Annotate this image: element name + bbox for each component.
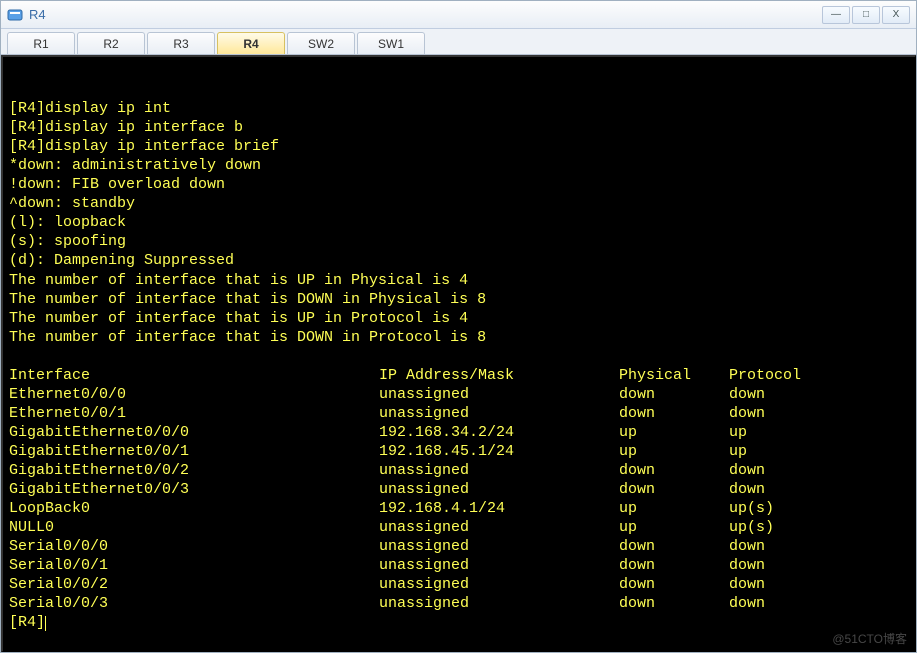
col-c1: GigabitEthernet0/0/2 — [9, 461, 379, 480]
terminal-note: The number of interface that is UP in Ph… — [9, 271, 909, 290]
tab-sw2[interactable]: SW2 — [287, 32, 355, 54]
col-c4: down — [729, 404, 909, 423]
terminal-note: (s): spoofing — [9, 232, 909, 251]
tab-r2[interactable]: R2 — [77, 32, 145, 54]
col-c1: Serial0/0/1 — [9, 556, 379, 575]
col-c2: 192.168.45.1/24 — [379, 442, 619, 461]
interface-row: GigabitEthernet0/0/1192.168.45.1/24upup — [9, 442, 909, 461]
interface-row: Ethernet0/0/0unassigneddowndown — [9, 385, 909, 404]
close-button[interactable]: X — [882, 6, 910, 24]
col-c1: Ethernet0/0/0 — [9, 385, 379, 404]
col-c1: NULL0 — [9, 518, 379, 537]
terminal-command: [R4]display ip interface brief — [9, 137, 909, 156]
col-c2: unassigned — [379, 404, 619, 423]
terminal-prompt[interactable]: [R4] — [9, 613, 909, 632]
col-c2: unassigned — [379, 575, 619, 594]
interface-row: Serial0/0/0unassigneddowndown — [9, 537, 909, 556]
col-c3: up — [619, 518, 729, 537]
col-c4: Protocol — [729, 366, 909, 385]
col-c3: up — [619, 442, 729, 461]
tab-sw1[interactable]: SW1 — [357, 32, 425, 54]
col-c1: Ethernet0/0/1 — [9, 404, 379, 423]
col-c1: Interface — [9, 366, 379, 385]
tabbar: R1R2R3R4SW2SW1 — [1, 29, 916, 55]
interface-row: NULL0unassignedupup(s) — [9, 518, 909, 537]
col-c4: down — [729, 594, 909, 613]
col-c1: Serial0/0/2 — [9, 575, 379, 594]
col-c2: unassigned — [379, 461, 619, 480]
tab-r1[interactable]: R1 — [7, 32, 75, 54]
col-c1: GigabitEthernet0/0/0 — [9, 423, 379, 442]
col-c4: down — [729, 556, 909, 575]
titlebar: R4 — □ X — [1, 1, 916, 29]
col-c2: unassigned — [379, 480, 619, 499]
col-c3: down — [619, 537, 729, 556]
interface-row: GigabitEthernet0/0/3unassigneddowndown — [9, 480, 909, 499]
col-c3: down — [619, 594, 729, 613]
terminal-note: !down: FIB overload down — [9, 175, 909, 194]
terminal-note: *down: administratively down — [9, 156, 909, 175]
interface-row: GigabitEthernet0/0/0192.168.34.2/24upup — [9, 423, 909, 442]
col-c4: up(s) — [729, 499, 909, 518]
window-title: R4 — [29, 7, 820, 22]
interface-row: Serial0/0/2unassigneddowndown — [9, 575, 909, 594]
tab-r3[interactable]: R3 — [147, 32, 215, 54]
col-c4: down — [729, 575, 909, 594]
interface-row: Serial0/0/3unassigneddowndown — [9, 594, 909, 613]
cursor-icon — [45, 616, 46, 631]
col-c4: up(s) — [729, 518, 909, 537]
col-c1: GigabitEthernet0/0/3 — [9, 480, 379, 499]
app-icon — [7, 7, 23, 23]
col-c3: down — [619, 404, 729, 423]
terminal-note: ^down: standby — [9, 194, 909, 213]
terminal-note: (l): loopback — [9, 213, 909, 232]
col-c3: down — [619, 556, 729, 575]
interface-header: InterfaceIP Address/MaskPhysicalProtocol — [9, 366, 909, 385]
col-c2: 192.168.4.1/24 — [379, 499, 619, 518]
watermark: @51CTO博客 — [832, 632, 907, 647]
col-c2: IP Address/Mask — [379, 366, 619, 385]
terminal[interactable]: [R4]display ip int[R4]display ip interfa… — [1, 55, 916, 652]
col-c2: unassigned — [379, 537, 619, 556]
col-c3: down — [619, 575, 729, 594]
col-c3: down — [619, 480, 729, 499]
col-c4: down — [729, 537, 909, 556]
interface-row: Serial0/0/1unassigneddowndown — [9, 556, 909, 575]
terminal-note: The number of interface that is DOWN in … — [9, 328, 909, 347]
col-c2: 192.168.34.2/24 — [379, 423, 619, 442]
col-c4: down — [729, 480, 909, 499]
terminal-note: (d): Dampening Suppressed — [9, 251, 909, 270]
minimize-button[interactable]: — — [822, 6, 850, 24]
col-c3: down — [619, 461, 729, 480]
col-c2: unassigned — [379, 594, 619, 613]
terminal-note: The number of interface that is DOWN in … — [9, 290, 909, 309]
interface-row: Ethernet0/0/1unassigneddowndown — [9, 404, 909, 423]
terminal-note: The number of interface that is UP in Pr… — [9, 309, 909, 328]
window-controls: — □ X — [820, 6, 910, 24]
col-c3: Physical — [619, 366, 729, 385]
terminal-command: [R4]display ip interface b — [9, 118, 909, 137]
interface-row: LoopBack0192.168.4.1/24upup(s) — [9, 499, 909, 518]
terminal-command: [R4]display ip int — [9, 99, 909, 118]
col-c3: up — [619, 423, 729, 442]
col-c2: unassigned — [379, 385, 619, 404]
col-c1: GigabitEthernet0/0/1 — [9, 442, 379, 461]
col-c4: up — [729, 423, 909, 442]
col-c4: down — [729, 461, 909, 480]
col-c2: unassigned — [379, 556, 619, 575]
col-c1: Serial0/0/0 — [9, 537, 379, 556]
col-c3: down — [619, 385, 729, 404]
col-c2: unassigned — [379, 518, 619, 537]
col-c1: LoopBack0 — [9, 499, 379, 518]
maximize-button[interactable]: □ — [852, 6, 880, 24]
col-c3: up — [619, 499, 729, 518]
col-c4: down — [729, 385, 909, 404]
col-c4: up — [729, 442, 909, 461]
terminal-blank — [9, 347, 909, 366]
tab-r4[interactable]: R4 — [217, 32, 285, 54]
col-c1: Serial0/0/3 — [9, 594, 379, 613]
interface-row: GigabitEthernet0/0/2unassigneddowndown — [9, 461, 909, 480]
